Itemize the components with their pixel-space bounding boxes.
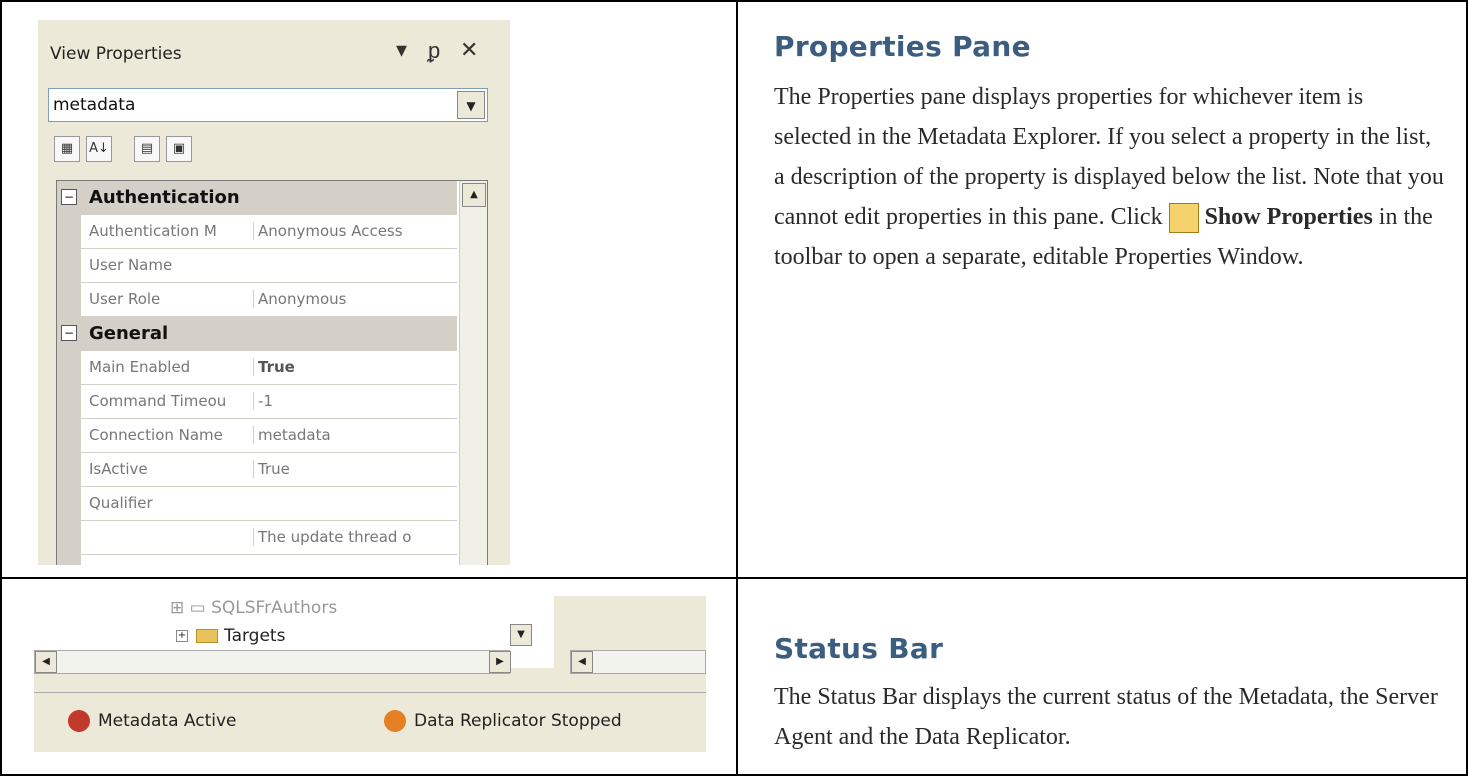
metadata-status: Metadata Active — [68, 710, 237, 732]
alphabetical-sort-icon[interactable]: A↓ — [86, 136, 112, 162]
show-properties-label: Show Properties — [1204, 204, 1373, 230]
property-value: Anonymous — [253, 290, 457, 308]
categorized-icon[interactable]: ▦ — [54, 136, 80, 162]
grid-category[interactable]: − Authentication — [57, 181, 457, 215]
property-name: IsActive — [89, 460, 148, 478]
property-value: True — [253, 460, 457, 478]
property-name: Qualifier — [89, 494, 153, 512]
property-row[interactable]: Qualifier — [57, 487, 457, 521]
divider — [34, 692, 706, 693]
property-row[interactable]: Command Timeou -1 — [57, 385, 457, 419]
close-icon[interactable]: ✕ — [460, 38, 478, 63]
status-section: Status Bar The Status Bar displays the c… — [774, 632, 1444, 757]
property-row[interactable]: The update thread o — [57, 521, 457, 555]
status-bar-screenshot: ⊞ ▭ SQLSFrAuthors + Targets ▼ ◀ ▶ ◀ Metad… — [34, 596, 706, 752]
tree-item-partial: ⊞ ▭ SQLSFrAuthors — [170, 598, 338, 618]
folder-icon — [196, 629, 218, 643]
property-name: Connection Name — [89, 426, 223, 444]
property-name: User Name — [89, 256, 173, 274]
property-name: User Role — [89, 290, 161, 308]
expand-icon[interactable]: + — [176, 630, 188, 642]
property-name: Authentication M — [89, 222, 217, 240]
replicator-icon — [384, 710, 406, 732]
properties-description: The Properties pane displays properties … — [774, 84, 1444, 270]
scroll-left-icon[interactable]: ◀ — [35, 651, 57, 673]
property-row[interactable]: Authentication M Anonymous Access — [57, 215, 457, 249]
status-description: The Status Bar displays the current stat… — [774, 684, 1438, 750]
property-value: Anonymous Access — [253, 222, 457, 240]
property-value: -1 — [253, 392, 457, 410]
properties-title: Properties Pane — [774, 30, 1031, 63]
property-name: Main Enabled — [89, 358, 191, 376]
vertical-scrollbar[interactable]: ▲ — [459, 181, 487, 565]
properties-pane-screenshot: View Properties ▾ ᵱ ✕ metadata ▼ ▦ A↓ ▤ … — [38, 20, 510, 565]
status-title: Status Bar — [774, 632, 944, 665]
object-select[interactable]: metadata ▼ — [48, 88, 488, 122]
document-table: View Properties ▾ ᵱ ✕ metadata ▼ ▦ A↓ ▤ … — [0, 0, 1468, 776]
show-properties-icon[interactable]: ▣ — [166, 136, 192, 162]
property-name: Command Timeou — [89, 392, 227, 410]
show-properties-inline-icon — [1168, 203, 1199, 234]
dropdown-arrow-icon[interactable]: ▼ — [457, 91, 485, 119]
property-row[interactable]: User Role Anonymous — [57, 283, 457, 317]
object-select-value: metadata — [53, 95, 136, 115]
pane-title: View Properties — [50, 44, 182, 64]
scroll-left-icon-2[interactable]: ◀ — [571, 651, 593, 673]
property-value: True — [253, 358, 457, 376]
collapse-icon[interactable]: − — [61, 325, 77, 341]
scroll-right-icon[interactable]: ▶ — [489, 651, 511, 673]
collapse-icon[interactable]: − — [61, 189, 77, 205]
pin-icon[interactable]: ᵱ — [428, 38, 440, 64]
scroll-down-icon[interactable]: ▼ — [510, 624, 532, 646]
property-value: metadata — [253, 426, 457, 444]
property-value: The update thread o — [253, 528, 457, 546]
property-row[interactable]: User Name — [57, 249, 457, 283]
category-label: Authentication — [89, 187, 240, 208]
chevron-down-icon[interactable]: ▾ — [396, 38, 407, 63]
properties-section: Properties Pane The Properties pane disp… — [774, 30, 1444, 277]
property-row[interactable]: Connection Name metadata — [57, 419, 457, 453]
tree-item-targets[interactable]: + Targets — [176, 626, 285, 646]
scroll-up-icon[interactable]: ▲ — [462, 183, 486, 207]
property-pages-icon[interactable]: ▤ — [134, 136, 160, 162]
grid-category[interactable]: − General — [57, 317, 457, 351]
database-icon — [68, 710, 90, 732]
category-label: General — [89, 323, 169, 344]
property-grid: ▲ − Authentication Authentication M Anonymo… — [56, 180, 488, 565]
property-row[interactable]: Main Enabled True — [57, 351, 457, 385]
property-row[interactable]: IsActive True — [57, 453, 457, 487]
horizontal-scrollbar[interactable]: ◀ ▶ — [34, 650, 511, 674]
horizontal-scrollbar-2[interactable]: ◀ — [570, 650, 706, 674]
replicator-status: Data Replicator Stopped — [384, 710, 622, 732]
